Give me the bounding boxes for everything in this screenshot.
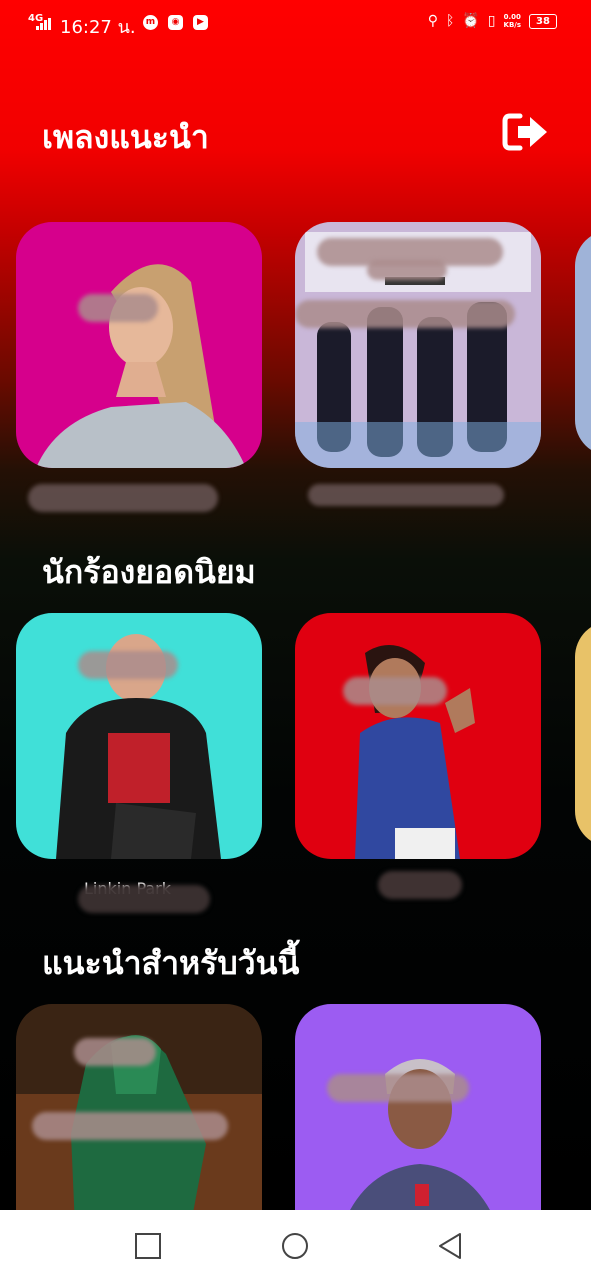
artist-photo <box>295 1004 541 1210</box>
recommended-row <box>0 222 591 522</box>
status-bar: 4G 16:27 น. m ◉ ▶ ⚲ ᛒ ⏰ ▯ 0.00 KB/s 38 <box>0 0 591 44</box>
section-title-popular-artists: นักร้องยอดนิยม <box>42 553 256 591</box>
redaction-bar <box>32 1112 228 1140</box>
today-card-2[interactable] <box>295 1004 541 1210</box>
logout-button[interactable] <box>502 112 550 152</box>
system-nav-bar <box>0 1210 591 1280</box>
artist-card-1[interactable] <box>16 613 262 859</box>
artist-photo <box>16 613 262 859</box>
redaction-bar <box>295 300 515 328</box>
messenger-icon: m <box>143 15 158 30</box>
today-row <box>0 1004 591 1210</box>
recommended-card-2[interactable] <box>295 222 541 468</box>
recommended-card-1[interactable] <box>16 222 262 468</box>
triangle-back-icon <box>439 1233 461 1259</box>
redaction-bar <box>74 1038 156 1066</box>
alarm-icon: ⏰ <box>462 13 480 29</box>
today-card-1[interactable] <box>16 1004 262 1210</box>
redaction-bar <box>343 677 447 705</box>
circle-icon <box>282 1233 308 1259</box>
artist-card-2[interactable] <box>295 613 541 859</box>
youtube-icon: ▶ <box>193 15 208 30</box>
signal-icon <box>36 18 54 30</box>
artist-photo <box>16 222 262 468</box>
artist-card-3[interactable] <box>575 621 591 847</box>
recommended-card-3[interactable] <box>575 230 591 456</box>
battery-icon: 38 <box>529 13 557 29</box>
status-right: ⚲ ᛒ ⏰ ▯ 0.00 KB/s 38 <box>428 13 557 29</box>
artist-photo <box>295 613 541 859</box>
redaction-bar <box>327 1074 469 1102</box>
artist-photo <box>16 1004 262 1210</box>
redaction-bar <box>78 294 158 322</box>
logout-icon <box>502 113 547 151</box>
page-title: เพลงแนะนำ <box>42 118 209 156</box>
data-rate-unit: KB/s <box>503 21 521 29</box>
data-rate-value: 0.00 <box>503 13 521 21</box>
popular-artists-row: Linkin Park <box>0 613 591 913</box>
location-icon: ⚲ <box>427 13 438 29</box>
redaction-bar <box>78 651 178 679</box>
redaction-bar <box>378 871 462 899</box>
redaction-bar <box>308 484 504 506</box>
data-rate: 0.00 KB/s <box>504 13 521 29</box>
home-button[interactable] <box>281 1232 309 1260</box>
square-icon <box>135 1233 161 1259</box>
redaction-bar <box>28 484 218 512</box>
back-button[interactable] <box>436 1232 464 1260</box>
redaction-bar <box>367 260 447 280</box>
vibrate-icon: ▯ <box>487 13 496 29</box>
camera-app-icon: ◉ <box>168 15 183 30</box>
bluetooth-icon: ᛒ <box>445 13 455 29</box>
redaction-bar <box>78 885 210 913</box>
clock: 16:27 น. <box>60 17 136 38</box>
recent-apps-button[interactable] <box>134 1232 162 1260</box>
section-title-today: แนะนำสำหรับวันนี้ <box>42 944 300 982</box>
